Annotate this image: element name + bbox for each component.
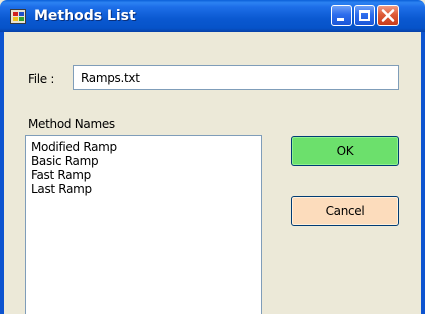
ok-button[interactable]: OK [291,136,399,166]
method-names-listbox[interactable]: Modified Ramp Basic Ramp Fast Ramp Last … [25,135,262,314]
list-item[interactable]: Fast Ramp [31,168,261,182]
methods-list-dialog: Methods List File : Method Names Modifie… [0,0,425,314]
file-label: File : [28,72,55,86]
title-bar[interactable]: Methods List [0,0,425,32]
file-name-input[interactable] [73,65,399,90]
list-item[interactable]: Last Ramp [31,182,261,196]
window-frame-right [421,32,425,314]
cancel-button[interactable]: Cancel [291,196,399,226]
close-button[interactable] [377,5,399,26]
minimize-button[interactable] [331,5,352,26]
window-title: Methods List [34,8,136,24]
list-item[interactable]: Basic Ramp [31,154,261,168]
window-frame-left [0,32,4,314]
app-window-icon[interactable] [10,9,26,24]
list-item[interactable]: Modified Ramp [31,140,261,154]
minimize-icon [337,18,344,21]
close-icon [381,9,395,22]
maximize-button[interactable] [354,5,375,26]
maximize-icon [359,10,370,21]
method-names-label: Method Names [28,117,115,131]
